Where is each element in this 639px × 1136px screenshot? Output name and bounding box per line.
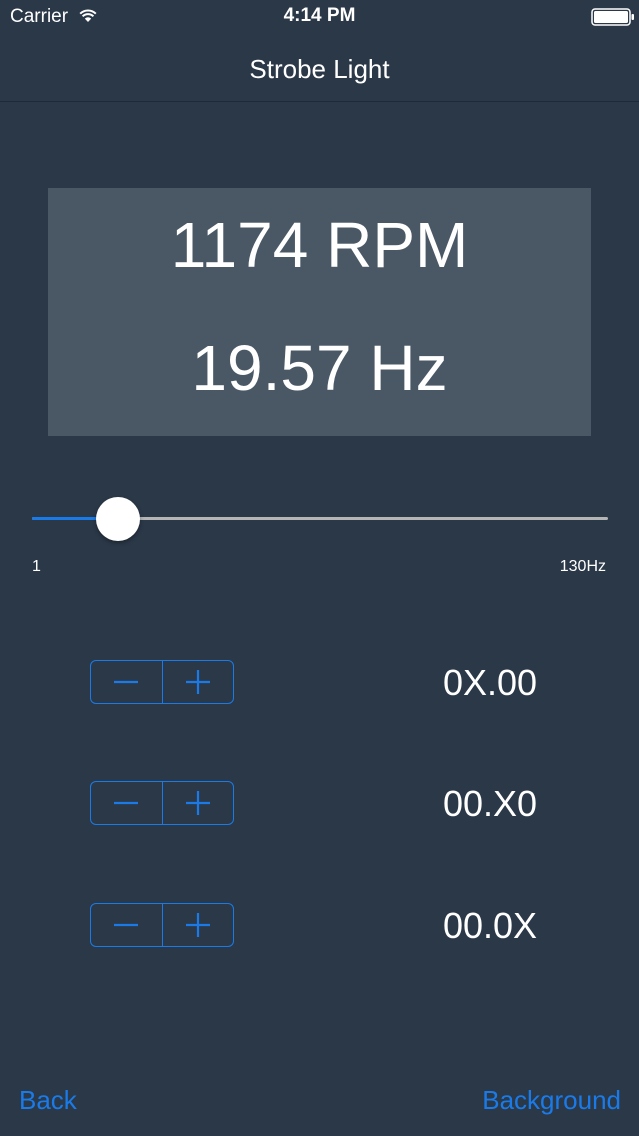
increment-button[interactable]: [161, 661, 234, 703]
digit-label-hundredths: 00.0X: [442, 905, 538, 946]
rpm-readout: 1174 RPM: [170, 209, 469, 281]
clock: 4:14 PM: [283, 5, 356, 26]
status-bar: Carrier 4:14 PM: [0, 0, 639, 34]
stepper-hundredths: [90, 903, 234, 947]
frequency-slider[interactable]: [32, 496, 608, 542]
battery-icon: [591, 8, 634, 26]
decrement-button[interactable]: [91, 782, 162, 824]
digit-label-tens: 0X.00: [442, 662, 538, 703]
increment-button[interactable]: [161, 782, 234, 824]
page-title: Strobe Light: [249, 54, 390, 84]
back-button[interactable]: Back: [19, 1085, 77, 1116]
slider-max-label: 130Hz: [559, 558, 606, 575]
slider-thumb[interactable]: [96, 497, 141, 541]
increment-button[interactable]: [161, 904, 234, 946]
stepper-tens: [90, 660, 234, 704]
plus-icon: [185, 913, 210, 937]
background-button[interactable]: Background: [482, 1085, 621, 1116]
digit-label-tenths: 00.X0: [442, 783, 538, 824]
plus-icon: [185, 670, 210, 694]
decrement-button[interactable]: [91, 904, 162, 946]
minus-icon: [114, 801, 139, 805]
slider-min-label: 1: [32, 558, 41, 575]
stepper-tenths: [90, 781, 234, 825]
minus-icon: [114, 680, 139, 684]
decrement-button[interactable]: [91, 661, 162, 703]
navigation-bar: Strobe Light: [0, 34, 639, 102]
hz-readout: 19.57 Hz: [191, 332, 448, 404]
minus-icon: [114, 923, 139, 927]
plus-icon: [185, 791, 210, 815]
strobe-light-screen: Carrier 4:14 PM Strobe Light 1174 RPM 19…: [0, 0, 639, 1136]
